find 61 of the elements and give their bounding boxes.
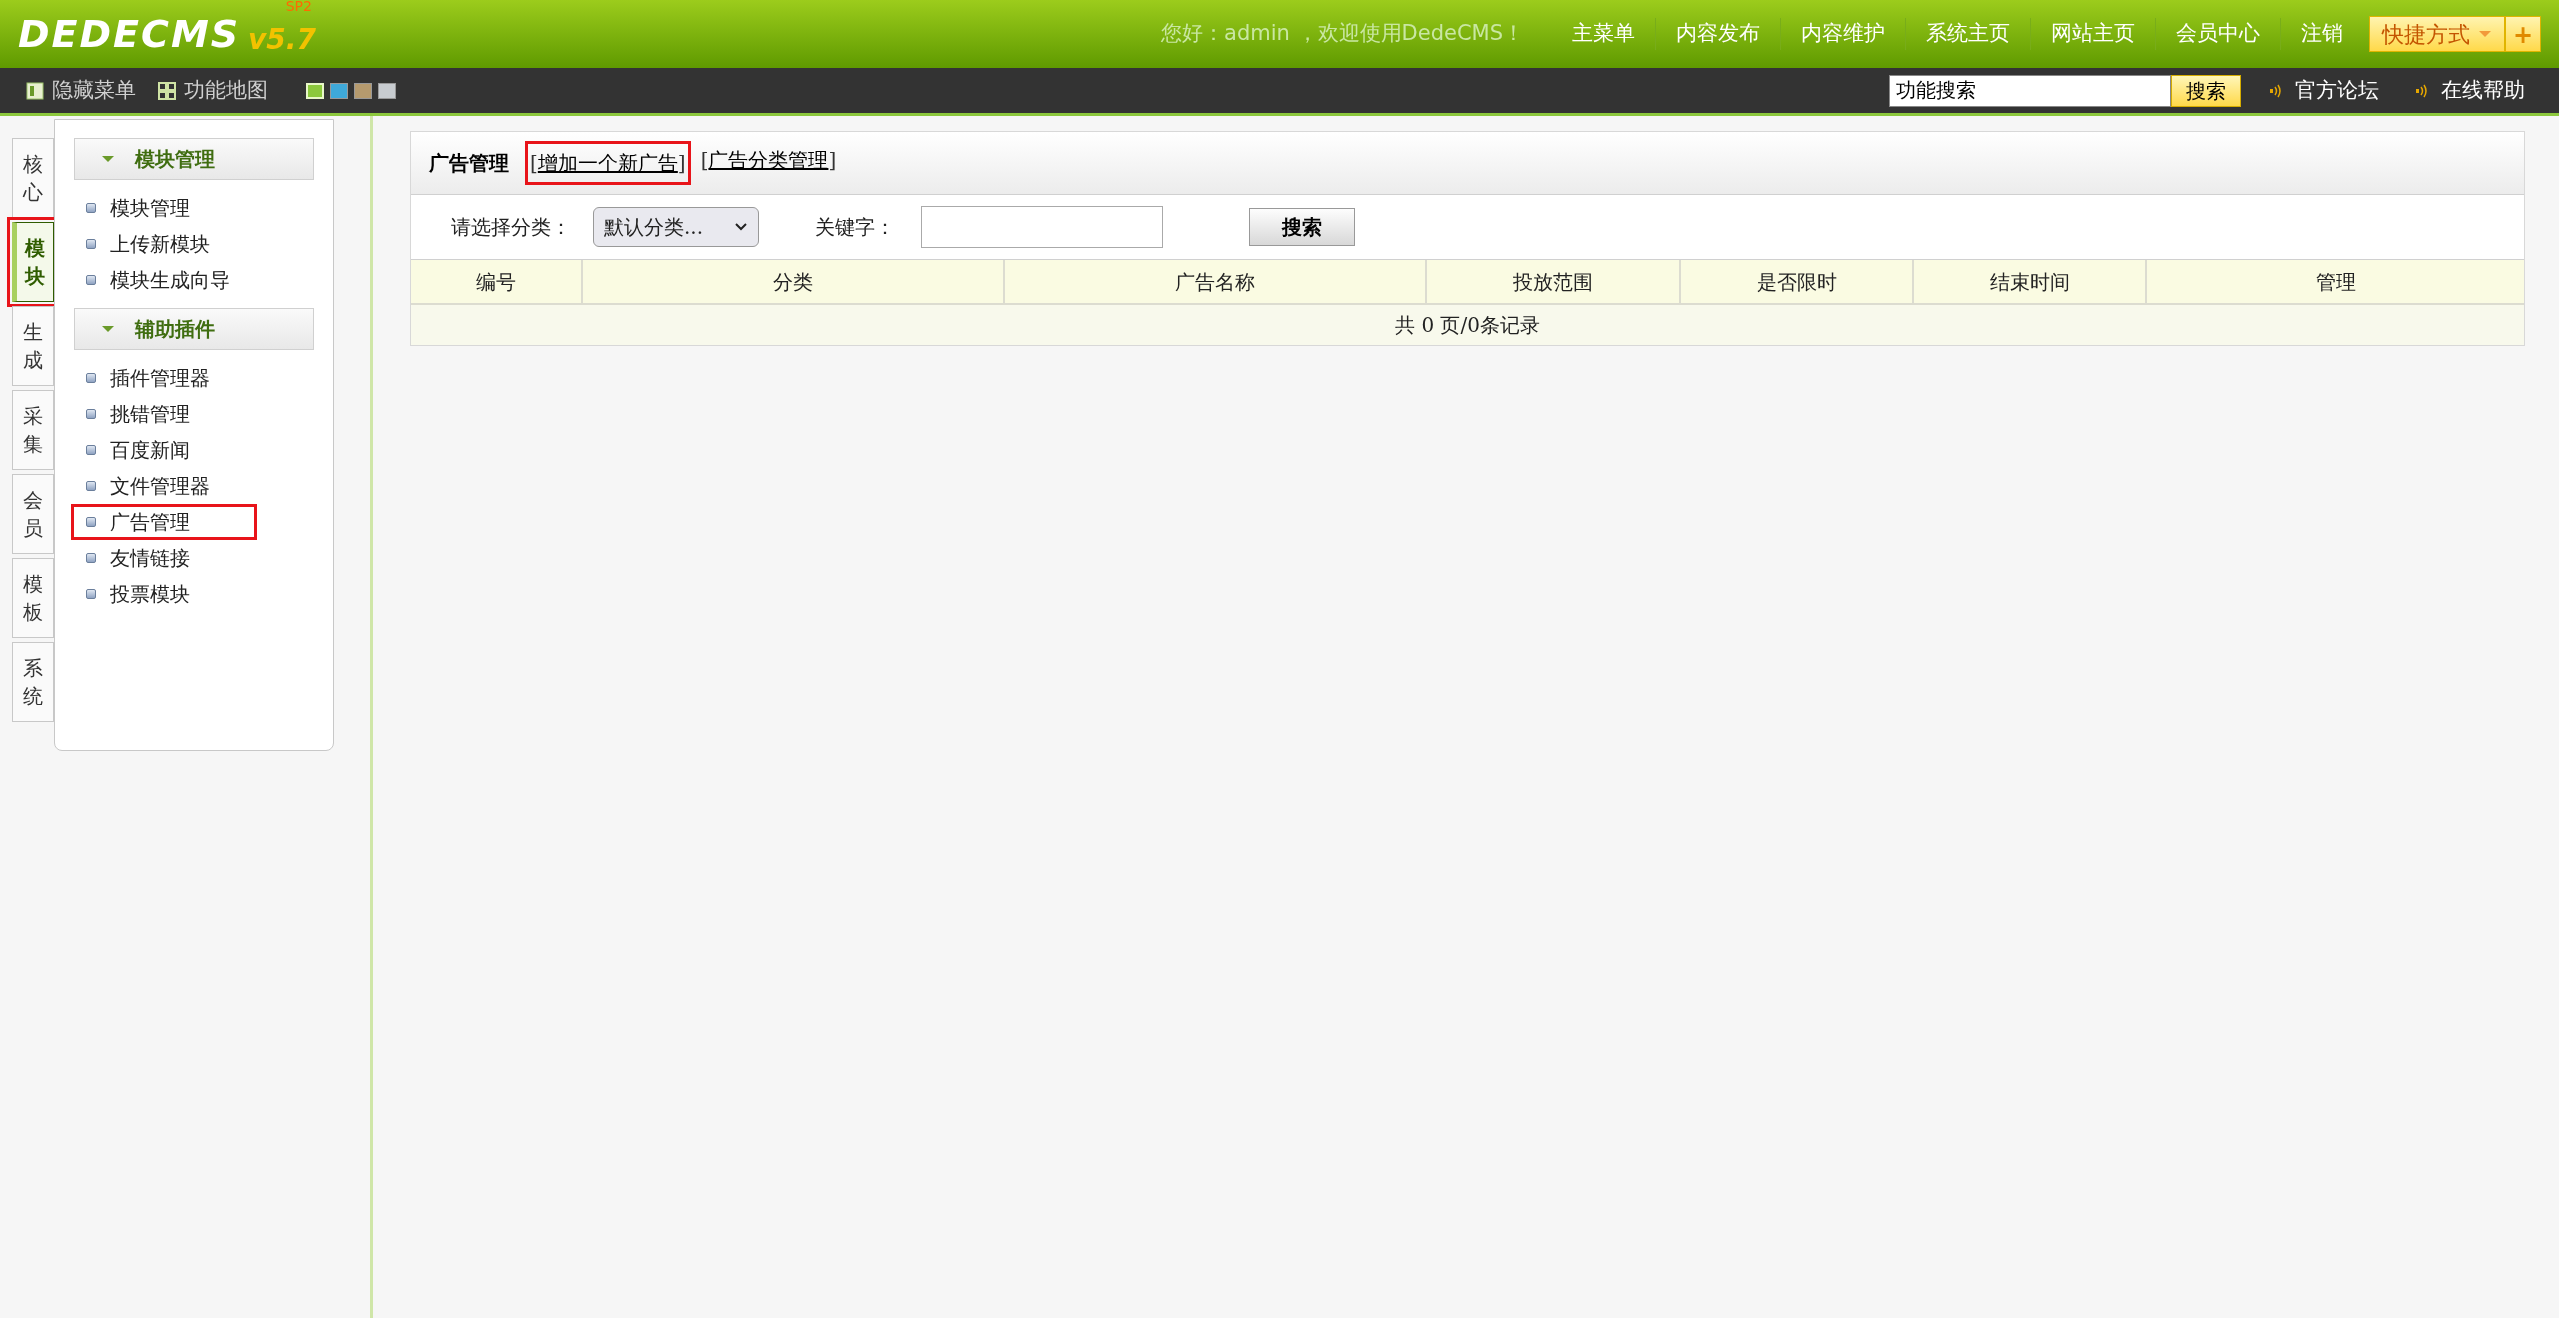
chevron-down-icon bbox=[734, 222, 748, 232]
link-with-brackets: [增加一个新广告] bbox=[525, 141, 691, 185]
menu-item[interactable]: 友情链接 bbox=[74, 540, 260, 576]
category-label: 请选择分类： bbox=[451, 214, 571, 241]
menu-item[interactable]: 模块管理 bbox=[74, 190, 260, 226]
menu-item[interactable]: 上传新模块 bbox=[74, 226, 260, 262]
shortcut-dropdown[interactable]: 快捷方式 bbox=[2369, 16, 2505, 52]
skin-swatch[interactable] bbox=[330, 82, 348, 99]
toolbar-button[interactable]: 功能地图 bbox=[158, 74, 268, 107]
skin-swatch[interactable] bbox=[378, 82, 396, 99]
search-button[interactable]: 搜索 bbox=[1249, 208, 1355, 246]
bullet-icon bbox=[86, 275, 96, 285]
panel-icon bbox=[26, 81, 44, 100]
bullet-icon bbox=[86, 553, 96, 563]
side-tab[interactable]: 核心 bbox=[12, 138, 54, 218]
keyword-label: 关键字： bbox=[815, 214, 895, 241]
bullet-icon bbox=[86, 517, 96, 527]
skin-swatch[interactable] bbox=[354, 82, 372, 99]
category-dropdown[interactable]: 默认分类... bbox=[593, 207, 759, 247]
side-tab[interactable]: 会员 bbox=[12, 474, 54, 554]
link-with-brackets: [广告分类管理] bbox=[699, 147, 838, 174]
logo: DEDECMS bbox=[18, 10, 241, 58]
signal-icon bbox=[2269, 83, 2283, 98]
bullet-icon bbox=[86, 373, 96, 383]
bullet-icon bbox=[86, 203, 96, 213]
signal-icon bbox=[2415, 83, 2429, 98]
menu-item[interactable]: 投票模块 bbox=[74, 576, 260, 612]
header-link[interactable]: 在线帮助 bbox=[2415, 74, 2525, 107]
grid-icon bbox=[158, 81, 176, 100]
menu-item[interactable]: 广告管理 bbox=[71, 504, 257, 540]
bullet-icon bbox=[86, 445, 96, 455]
bullet-icon bbox=[86, 239, 96, 249]
edition-label: SP2 bbox=[285, 0, 312, 16]
header-link[interactable]: 官方论坛 bbox=[2269, 74, 2379, 107]
search-field[interactable]: 功能搜索 bbox=[1889, 74, 2171, 107]
side-tab[interactable]: 生成 bbox=[12, 306, 54, 386]
menu-group-header[interactable]: 模块管理 bbox=[74, 138, 314, 180]
menu-item[interactable]: 模块生成向导 bbox=[74, 262, 260, 298]
content-link[interactable]: 增加一个新广告 bbox=[537, 151, 678, 175]
keyword-field[interactable] bbox=[921, 206, 1163, 248]
search-button[interactable]: 搜索 bbox=[2171, 74, 2241, 107]
column-header: 编号 bbox=[475, 268, 517, 296]
bullet-icon bbox=[86, 409, 96, 419]
caret-icon bbox=[2478, 30, 2492, 38]
menu-item[interactable]: 文件管理器 bbox=[74, 468, 260, 504]
caret-icon bbox=[101, 155, 115, 163]
side-tab[interactable]: 模板 bbox=[12, 558, 54, 638]
menu-group-header[interactable]: 辅助插件 bbox=[74, 308, 314, 350]
menu-item[interactable]: 插件管理器 bbox=[74, 360, 260, 396]
bullet-icon bbox=[86, 589, 96, 599]
menu-item[interactable]: 百度新闻 bbox=[74, 432, 260, 468]
page-title: 广告管理 bbox=[429, 150, 509, 177]
side-tab[interactable]: 系统 bbox=[12, 642, 54, 722]
caret-icon bbox=[101, 325, 115, 333]
greeting-text: 您好：admin ，欢迎使用DedeCMS！ bbox=[1161, 20, 1524, 48]
version-label: v5.7 bbox=[248, 21, 316, 58]
table-footer: 共 0 页/0条记录 bbox=[411, 303, 2524, 345]
side-tab[interactable]: 采集 bbox=[12, 390, 54, 470]
bullet-icon bbox=[86, 481, 96, 491]
menu-item[interactable]: 挑错管理 bbox=[74, 396, 260, 432]
toolbar-button[interactable]: 隐藏菜单 bbox=[26, 74, 136, 107]
